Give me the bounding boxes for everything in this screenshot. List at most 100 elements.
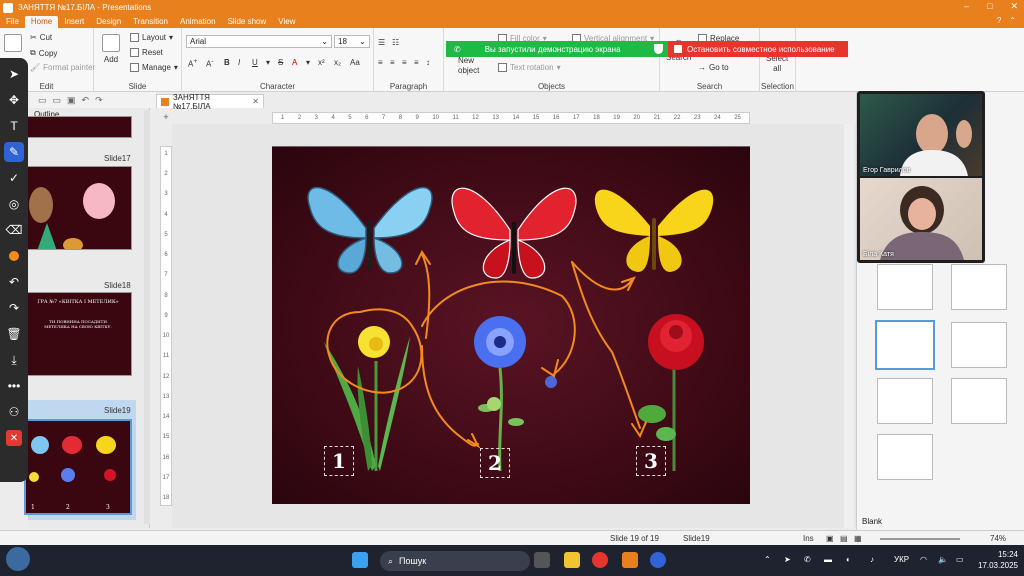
format-painter-button[interactable]: 🖌 Format painter xyxy=(30,63,95,72)
user-settings-icon[interactable]: ⚇ xyxy=(4,402,24,422)
clear-format-icon[interactable]: Aa xyxy=(350,58,360,67)
move-icon[interactable]: ✥ xyxy=(4,90,24,110)
align-right-icon[interactable]: ≡ xyxy=(402,58,407,67)
shrink-font-icon[interactable]: A- xyxy=(206,58,214,69)
video-tile-participant-2[interactable]: Біла Катя xyxy=(860,178,982,260)
number-box-1[interactable]: 1 xyxy=(324,446,354,476)
pointer-icon[interactable]: ➤ xyxy=(4,64,24,84)
layout-option-title-only[interactable] xyxy=(951,264,1007,310)
open-folder-icon[interactable]: ▭ xyxy=(53,95,62,106)
editor-scrollbar[interactable] xyxy=(844,124,854,528)
slide-thumbnail-18[interactable]: ГРА №7 «КВІТКА І МЕТЕЛИК» ТИ ПОВИННА ПОС… xyxy=(24,292,132,376)
menu-animation[interactable]: Animation xyxy=(174,16,222,28)
font-color-icon[interactable]: A xyxy=(292,58,297,67)
insert-mode[interactable]: Ins xyxy=(803,534,814,543)
clock[interactable]: 15:24 17.03.2025 xyxy=(978,549,1018,571)
chevron-down-icon[interactable]: ▾ xyxy=(306,58,310,67)
menu-transition[interactable]: Transition xyxy=(127,16,174,28)
flag-icon[interactable]: ▬ xyxy=(824,555,832,564)
normal-view-icon[interactable]: ▣ xyxy=(826,534,834,543)
spotlight-icon[interactable]: ◎ xyxy=(4,194,24,214)
menu-design[interactable]: Design xyxy=(90,16,127,28)
number-box-2[interactable]: 2 xyxy=(480,448,510,478)
copy-button[interactable]: ⧉ Copy xyxy=(30,48,57,58)
number-box-3[interactable]: 3 xyxy=(636,446,666,476)
layout-option-vertical[interactable] xyxy=(877,434,933,480)
help-icon[interactable]: ? xyxy=(997,16,1001,25)
checkmark-icon[interactable]: ✓ xyxy=(4,168,24,188)
undo-icon[interactable]: ↶ xyxy=(82,95,90,106)
superscript-icon[interactable]: x² xyxy=(318,58,325,67)
download-icon[interactable]: ⤓ xyxy=(4,350,24,370)
taskbar-search[interactable]: ⌕ Пошук xyxy=(380,551,530,571)
file-explorer-icon[interactable] xyxy=(564,552,580,568)
align-left-icon[interactable]: ≡ xyxy=(378,58,383,67)
undo-icon[interactable]: ↶ xyxy=(4,272,24,292)
minimize-icon[interactable]: – xyxy=(964,1,969,12)
italic-icon[interactable]: I xyxy=(238,58,240,67)
subscript-icon[interactable]: x₂ xyxy=(334,58,341,67)
slide-thumbnail-16[interactable] xyxy=(24,116,132,138)
layout-option-blank[interactable] xyxy=(875,320,935,370)
paste-button[interactable] xyxy=(4,34,22,52)
menu-slide-show[interactable]: Slide show xyxy=(222,16,273,28)
zoom-app-icon[interactable] xyxy=(650,552,666,568)
font-name-select[interactable]: Arial ⌄ xyxy=(186,35,332,48)
reset-button[interactable]: Reset xyxy=(130,48,163,57)
menu-home[interactable]: Home xyxy=(24,16,59,28)
add-slide-button[interactable]: Add xyxy=(102,34,120,64)
save-icon[interactable]: ▣ xyxy=(67,95,76,106)
redo-icon[interactable]: ↷ xyxy=(4,298,24,318)
slide-thumbnail-17[interactable] xyxy=(24,166,132,250)
layout-button[interactable]: Layout ▾ xyxy=(130,33,173,42)
align-center-icon[interactable]: ≡ xyxy=(390,58,395,67)
battery-icon[interactable]: ▭ xyxy=(956,555,964,564)
font-size-select[interactable]: 18 ⌄ xyxy=(334,35,370,48)
numbering-icon[interactable]: ☷ xyxy=(392,38,399,47)
menu-insert[interactable]: Insert xyxy=(58,16,90,28)
grow-font-icon[interactable]: A+ xyxy=(188,58,197,69)
input-language[interactable]: УКР xyxy=(894,555,909,564)
weather-icon[interactable] xyxy=(6,547,30,571)
slide-sorter-icon[interactable]: ▦ xyxy=(854,534,862,543)
menu-view[interactable]: View xyxy=(272,16,301,28)
volume-icon[interactable]: 🔈 xyxy=(938,555,948,564)
new-file-icon[interactable]: ▭ xyxy=(38,95,47,106)
outline-view-icon[interactable]: ▤ xyxy=(840,534,848,543)
redo-icon[interactable]: ↷ xyxy=(95,95,103,106)
presentations-icon[interactable] xyxy=(622,552,638,568)
pen-icon[interactable]: ✎ xyxy=(4,142,24,162)
audio-app-icon[interactable]: ♪ xyxy=(870,555,874,564)
stop-sharing-button[interactable]: Остановить совместное использование xyxy=(668,41,848,57)
layout-option-picture[interactable] xyxy=(877,378,933,424)
close-tab-icon[interactable]: ✕ xyxy=(252,97,259,106)
tray-chevron-icon[interactable]: ⌃ xyxy=(764,555,771,564)
underline-icon[interactable]: U xyxy=(252,58,258,67)
more-icon[interactable]: ••• xyxy=(4,376,24,396)
task-view-icon[interactable] xyxy=(534,552,550,568)
eraser-icon[interactable]: ⌫ xyxy=(4,220,24,240)
close-toolbar-icon[interactable]: ✕ xyxy=(6,430,22,446)
manage-button[interactable]: Manage ▾ xyxy=(130,63,178,72)
justify-icon[interactable]: ≡ xyxy=(414,58,419,67)
expand-icon[interactable]: ⌃ xyxy=(1009,16,1016,25)
windows-start-icon[interactable] xyxy=(352,552,368,568)
document-tab[interactable]: ЗАНЯТТЯ №17.БІЛА ✕ xyxy=(156,93,264,111)
video-tile-participant-1[interactable]: Егор Гаврилов xyxy=(860,94,982,176)
slide-canvas[interactable]: 1 2 3 xyxy=(272,146,750,504)
layout-option-title-content[interactable] xyxy=(877,264,933,310)
telegram-icon[interactable]: ➤ xyxy=(784,555,791,564)
slide-panel-scrollbar[interactable] xyxy=(144,110,150,524)
trash-icon[interactable]: 🗑 xyxy=(4,324,24,344)
close-icon[interactable]: ✕ xyxy=(1010,1,1018,12)
zoom-slider[interactable] xyxy=(880,538,960,540)
goto-button[interactable]: → Go to xyxy=(698,63,729,72)
zoom-level[interactable]: 74% xyxy=(990,534,1006,543)
bold-icon[interactable]: B xyxy=(224,58,230,67)
layout-option-two-content[interactable] xyxy=(951,322,1007,368)
cut-button[interactable]: ✂ Cut xyxy=(30,33,52,42)
chevron-down-icon[interactable]: ▾ xyxy=(266,58,270,67)
bullets-icon[interactable]: ☰ xyxy=(378,38,385,47)
game-icon[interactable]: ◐ xyxy=(846,555,851,564)
line-spacing-icon[interactable]: ↕ xyxy=(426,58,430,67)
